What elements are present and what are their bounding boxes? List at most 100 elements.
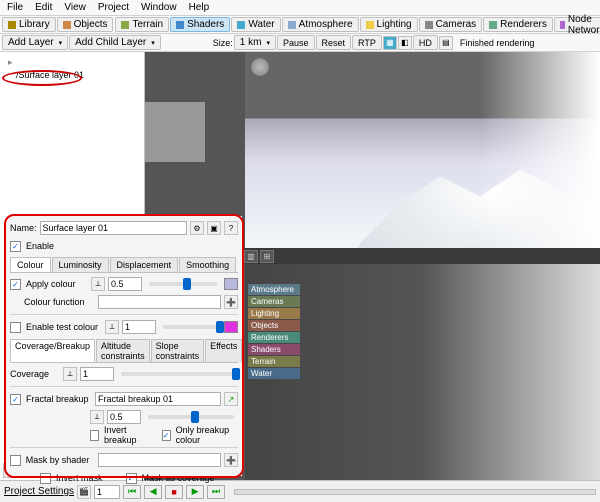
rtp-toggle-icon[interactable]: ▦: [383, 36, 397, 50]
enable-checkbox[interactable]: [10, 241, 21, 252]
add-child-layer-button[interactable]: Add Child Layer▾: [69, 35, 161, 50]
apply-colour-slider[interactable]: [149, 282, 217, 286]
tab-luminosity[interactable]: Luminosity: [52, 257, 109, 272]
node-chip-lighting[interactable]: Lighting: [248, 308, 300, 319]
vp-tool-8[interactable]: ⊞: [260, 250, 274, 263]
preview-tile[interactable]: [145, 102, 205, 162]
apply-colour-value[interactable]: [108, 277, 142, 291]
mask-shader-checkbox[interactable]: [10, 455, 21, 466]
lighting-button[interactable]: Lighting: [360, 17, 418, 32]
coverage-value[interactable]: [80, 367, 114, 381]
node-network-button[interactable]: Node Network: [554, 17, 600, 32]
size-value[interactable]: 1 km▾: [234, 35, 276, 50]
cameras-button[interactable]: Cameras: [419, 17, 483, 32]
curve-icon[interactable]: ⟂: [91, 277, 105, 291]
node-category-stack: Atmosphere Cameras Lighting Objects Rend…: [248, 284, 300, 380]
node-chip-water[interactable]: Water: [248, 368, 300, 379]
invert-mask-checkbox[interactable]: [40, 473, 51, 484]
skip-end-icon[interactable]: ⏭: [207, 485, 225, 499]
project-settings-link[interactable]: Project Settings: [4, 486, 74, 497]
reset-button[interactable]: Reset: [316, 35, 352, 50]
panel-tabs: Colour Luminosity Displacement Smoothing: [10, 257, 238, 273]
rtp-button[interactable]: RTP: [352, 35, 382, 50]
enable-label: Enable: [26, 241, 54, 251]
node-chip-renderers[interactable]: Renderers: [248, 332, 300, 343]
shaders-button[interactable]: Shaders: [170, 17, 230, 32]
menu-view[interactable]: View: [59, 1, 91, 14]
test-colour-checkbox[interactable]: [10, 322, 21, 333]
hd-opt-icon[interactable]: ▤: [439, 36, 453, 50]
menu-edit[interactable]: Edit: [30, 1, 57, 14]
subtab-effects[interactable]: Effects: [205, 339, 242, 362]
test-colour-swatch[interactable]: [224, 321, 238, 333]
skip-start-icon[interactable]: ⏮: [123, 485, 141, 499]
hd-button[interactable]: HD: [413, 35, 438, 50]
renderers-button[interactable]: Renderers: [483, 17, 553, 32]
menu-file[interactable]: File: [2, 1, 28, 14]
tab-colour[interactable]: Colour: [10, 257, 51, 272]
node-chip-objects[interactable]: Objects: [248, 320, 300, 331]
fractal-breakup-field[interactable]: [95, 392, 221, 406]
apply-colour-checkbox[interactable]: [10, 279, 21, 290]
apply-colour-swatch[interactable]: [224, 278, 238, 290]
terrain-button[interactable]: Terrain: [115, 17, 169, 32]
curve-icon-2[interactable]: ⟂: [105, 320, 119, 334]
subtab-altitude[interactable]: Altitude constraints: [96, 339, 150, 362]
mask-coverage-checkbox[interactable]: [126, 473, 137, 484]
timeline-slider[interactable]: [234, 489, 596, 495]
add-layer-button[interactable]: Add Layer▾: [2, 35, 68, 50]
menu-window[interactable]: Window: [136, 1, 182, 14]
test-colour-slider[interactable]: [163, 325, 217, 329]
subtab-slope[interactable]: Slope constraints: [151, 339, 205, 362]
node-network-view[interactable]: Atmosphere Cameras Lighting Objects Rend…: [245, 264, 600, 480]
objects-button[interactable]: Objects: [57, 17, 114, 32]
stop-icon[interactable]: ■: [165, 485, 183, 499]
fractal-breakup-checkbox[interactable]: [10, 394, 21, 405]
subtab-coverage[interactable]: Coverage/Breakup: [10, 339, 95, 362]
tab-smoothing[interactable]: Smoothing: [179, 257, 236, 272]
assign-mask-icon[interactable]: ➕: [224, 453, 238, 467]
only-breakup-checkbox[interactable]: [162, 430, 171, 441]
water-button[interactable]: Water: [231, 17, 280, 32]
camera-icon: [425, 21, 433, 29]
coverage-slider[interactable]: [121, 372, 234, 376]
tree-item-surface-layer[interactable]: /Surface layer 01: [14, 69, 140, 81]
compass-icon[interactable]: [251, 58, 269, 76]
curve-icon-3[interactable]: ⟂: [63, 367, 77, 381]
apply-colour-label: Apply colour: [26, 279, 88, 289]
invert-breakup-checkbox[interactable]: [90, 430, 99, 441]
frame-field[interactable]: [94, 485, 120, 499]
sphere-icon: [176, 21, 184, 29]
menu-project[interactable]: Project: [93, 1, 134, 14]
step-back-icon[interactable]: ◀: [144, 485, 162, 499]
tree-item-root[interactable]: ▸: [6, 56, 140, 69]
cube-icon: [63, 21, 71, 29]
help-icon[interactable]: ?: [224, 221, 238, 235]
colour-function-field[interactable]: [98, 295, 221, 309]
gear-icon[interactable]: ⚙: [190, 221, 204, 235]
clapper-icon[interactable]: 🎬: [77, 485, 91, 499]
goto-shader-icon[interactable]: ↗: [224, 392, 238, 406]
node-chip-terrain[interactable]: Terrain: [248, 356, 300, 367]
rtp-opt-icon[interactable]: ◧: [398, 36, 412, 50]
mask-shader-field[interactable]: [98, 453, 221, 467]
node-chip-cameras[interactable]: Cameras: [248, 296, 300, 307]
curve-icon-4[interactable]: ⟂: [90, 410, 104, 424]
fb-slider[interactable]: [148, 415, 234, 419]
menu-help[interactable]: Help: [184, 1, 215, 14]
test-colour-value[interactable]: [122, 320, 156, 334]
preview-icon[interactable]: ▣: [207, 221, 221, 235]
assign-shader-icon[interactable]: ➕: [224, 295, 238, 309]
pause-button[interactable]: Pause: [277, 35, 315, 50]
play-icon[interactable]: ▶: [186, 485, 204, 499]
node-chip-atmosphere[interactable]: Atmosphere: [248, 284, 300, 295]
fb-slider-value[interactable]: [107, 410, 141, 424]
library-button[interactable]: Library: [2, 17, 56, 32]
tab-displacement[interactable]: Displacement: [110, 257, 179, 272]
atmosphere-button[interactable]: Atmosphere: [282, 17, 359, 32]
node-chip-shaders[interactable]: Shaders: [248, 344, 300, 355]
mountain-icon: [121, 21, 129, 29]
vp-tool-7[interactable]: ▥: [244, 250, 258, 263]
coverage-subtabs: Coverage/Breakup Altitude constraints Sl…: [10, 339, 238, 363]
name-field[interactable]: [40, 221, 187, 235]
